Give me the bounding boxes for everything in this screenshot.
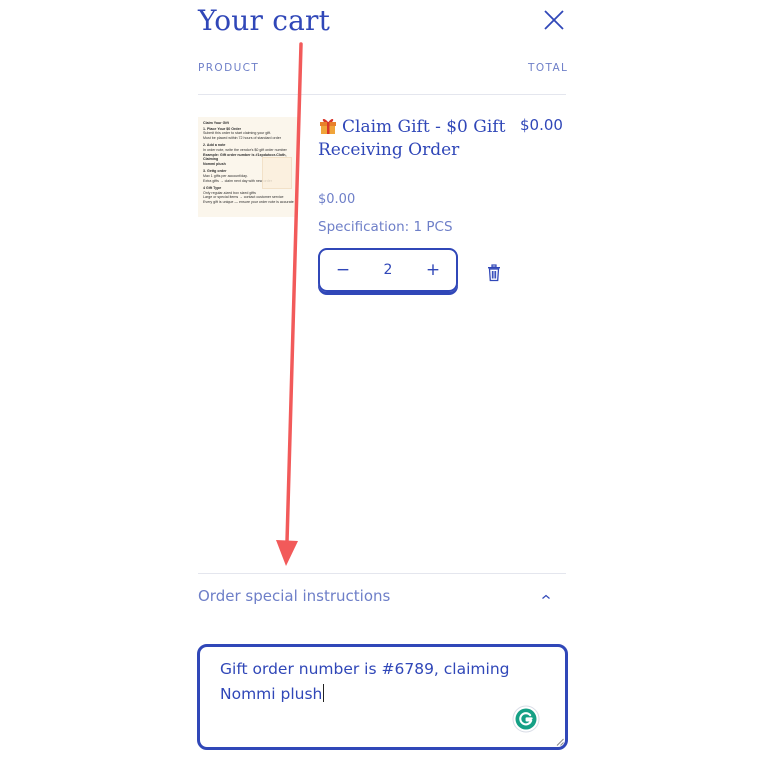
column-header-total: TOTAL [528,62,569,74]
cart-title: Your cart [198,4,331,37]
product-name-link[interactable]: Claim Gift - $0 Gift Receiving Order [318,115,508,162]
trash-icon[interactable] [486,264,502,282]
text-caret [323,684,325,702]
instructions-divider [198,573,566,574]
gift-icon [320,118,336,134]
column-header-product: PRODUCT [198,62,260,74]
instructions-line: Nommi plush [220,685,323,703]
thumbnail-line: Must be placed within 72 hours of standa… [203,135,281,140]
resize-handle-icon[interactable] [556,738,564,746]
instructions-line: Gift order number is #6789, claiming [220,660,510,678]
quantity-stepper: − 2 + [318,248,458,292]
chevron-up-icon[interactable] [540,592,552,602]
product-specification: Specification: 1 PCS [318,219,453,235]
thumbnail-line: Every gift is unique — ensure your order… [203,199,294,204]
decrease-quantity-button[interactable]: − [320,250,366,290]
quantity-input[interactable]: 2 [366,250,410,290]
thumbnail-line: In order note, write the vendor's $0 gif… [203,147,287,152]
product-name: Claim Gift - $0 Gift Receiving Order [318,117,506,160]
order-instructions-toggle[interactable]: Order special instructions [198,587,390,605]
thumbnail-gift-box [262,157,292,189]
order-instructions-text[interactable]: Gift order number is #6789, claiming Nom… [220,657,520,707]
product-thumbnail[interactable]: Claim Your Gift 1. Place Your $0 Order S… [198,117,298,217]
increase-quantity-button[interactable]: + [410,250,456,290]
thumbnail-heading: Claim Your Gift [203,121,229,125]
unit-price: $0.00 [318,192,356,207]
close-icon[interactable] [540,6,568,34]
order-instructions-textarea[interactable]: Gift order number is #6789, claiming Nom… [197,644,568,750]
line-total: $0.00 [520,116,563,134]
header-divider [198,94,566,95]
grammarly-icon[interactable] [512,705,540,733]
